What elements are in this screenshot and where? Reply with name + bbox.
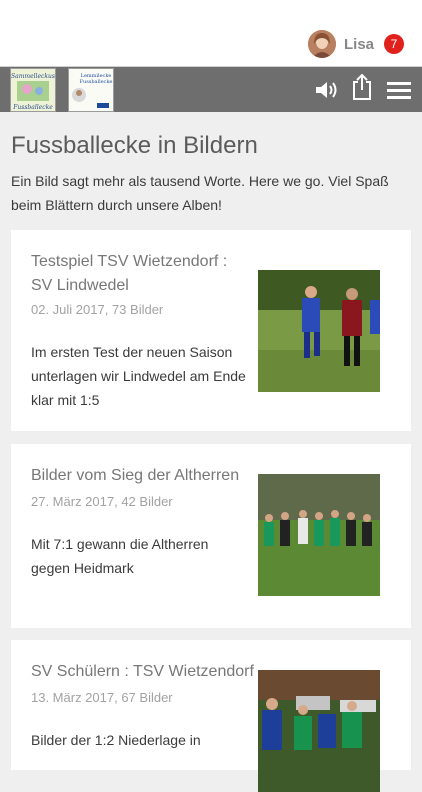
svg-text:Fussballecke: Fussballecke xyxy=(12,104,53,111)
album-description: Mit 7:1 gewann die Altherren gegen Heidm… xyxy=(31,536,209,576)
album-thumbnail[interactable] xyxy=(258,474,380,596)
album-card[interactable]: Bilder vom Sieg der Altherren 27. März 2… xyxy=(11,444,411,628)
share-icon[interactable] xyxy=(350,73,374,100)
logo-sammelleckus[interactable]: Sammelleckus Fussballecke xyxy=(10,68,56,112)
album-thumbnail[interactable] xyxy=(258,270,380,392)
user-profile[interactable]: Lisa 7 xyxy=(307,30,404,58)
album-thumbnail[interactable] xyxy=(258,670,380,792)
main-content: Fussballecke in Bildern Ein Bild sagt me… xyxy=(0,112,422,792)
album-meta: 13. März 2017, 67 Bilder xyxy=(31,690,173,705)
menu-icon[interactable] xyxy=(386,77,412,103)
top-bar: Lisa 7 xyxy=(0,0,422,66)
intro-text: Ein Bild sagt mehr als tausend Worte. He… xyxy=(11,173,389,213)
album-title[interactable]: Testspiel TSV Wietzendorf : SV Lindwedel xyxy=(31,250,231,298)
notification-badge[interactable]: 7 xyxy=(384,34,404,54)
svg-text:Fussballecke: Fussballecke xyxy=(80,79,113,85)
album-meta: 27. März 2017, 42 Bilder xyxy=(31,494,173,509)
user-name[interactable]: Lisa xyxy=(344,36,374,53)
avatar[interactable] xyxy=(307,30,336,58)
album-card[interactable]: SV Schülern : TSV Wietzendorf 13. März 2… xyxy=(11,640,411,792)
svg-text:Sammelleckus: Sammelleckus xyxy=(11,73,55,80)
album-title[interactable]: SV Schülern : TSV Wietzendorf xyxy=(31,660,256,684)
toolbar: Sammelleckus Fussballecke Lemmilecke Fus… xyxy=(0,66,422,112)
album-description: Bilder der 1:2 Niederlage in xyxy=(31,732,201,748)
album-description: Im ersten Test der neuen Saison unterlag… xyxy=(31,344,246,408)
page-title: Fussballecke in Bildern xyxy=(11,132,258,159)
album-title[interactable]: Bilder vom Sieg der Altherren xyxy=(31,464,246,488)
logo-lemmilecke[interactable]: Lemmilecke Fussballecke xyxy=(68,68,114,112)
speaker-icon[interactable] xyxy=(313,77,341,103)
album-card[interactable]: Testspiel TSV Wietzendorf : SV Lindwedel… xyxy=(11,230,411,431)
album-meta: 02. Juli 2017, 73 Bilder xyxy=(31,302,164,317)
